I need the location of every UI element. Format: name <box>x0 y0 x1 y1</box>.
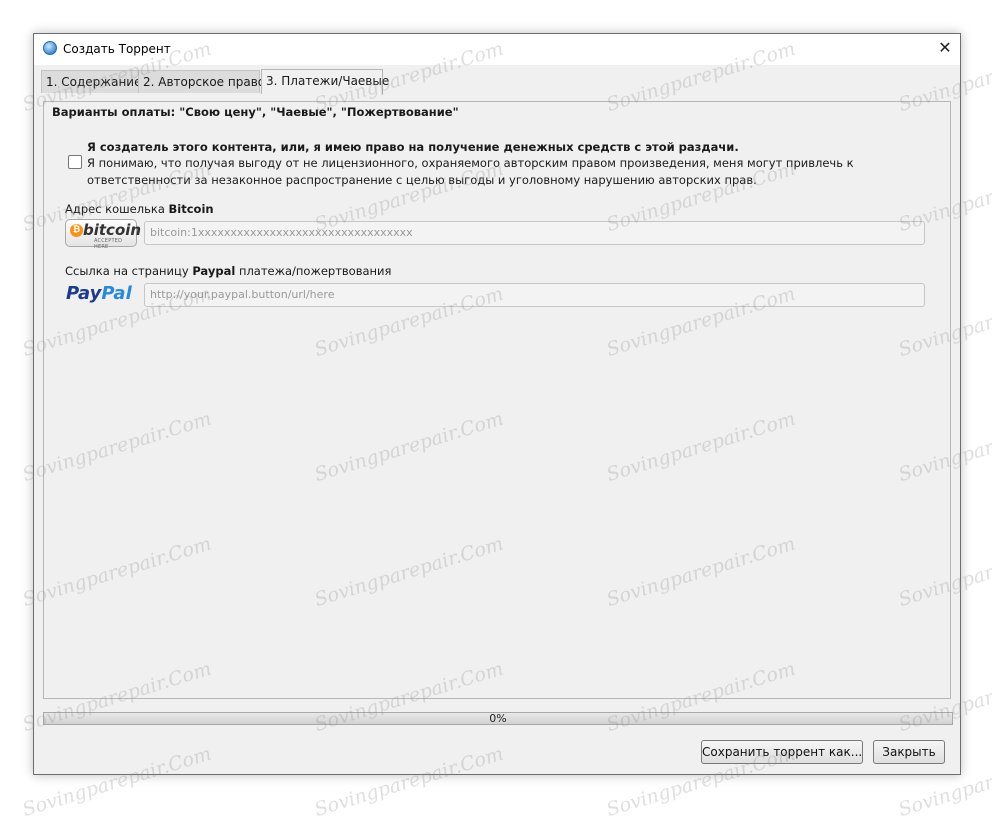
save-torrent-button[interactable]: Сохранить торрент как... <box>701 740 863 764</box>
paypal-label-prefix: Ссылка на страницу <box>65 264 189 278</box>
close-icon[interactable]: ✕ <box>930 34 960 64</box>
window-title: Создать Торрент <box>63 42 171 56</box>
globe-icon <box>43 41 57 55</box>
consent-checkbox[interactable] <box>68 155 82 169</box>
bitcoin-logo-word: bitcoin <box>83 221 142 239</box>
bitcoin-label-bold: Bitcoin <box>168 202 214 216</box>
title-bar: Создать Торрент ✕ <box>34 34 960 65</box>
paypal-logo: PayPal <box>66 283 132 304</box>
bitcoin-address-input[interactable]: bitcoin:1xxxxxxxxxxxxxxxxxxxxxxxxxxxxxxx… <box>144 221 925 245</box>
paypal-label-suffix: платежа/пожертвования <box>238 264 392 278</box>
bitcoin-logo-sub: ACCEPTED HERE <box>94 238 123 250</box>
paypal-label-bold: Paypal <box>192 264 236 278</box>
paypal-logo-pay: Pay <box>66 283 102 304</box>
close-button[interactable]: Закрыть <box>873 740 945 764</box>
progress-text: 0% <box>489 712 507 725</box>
create-torrent-dialog: Создать Торрент ✕ 1. Содержание 2. Автор… <box>33 33 961 775</box>
payments-panel: Варианты оплаты: "Свою цену", "Чаевые", … <box>43 101 951 699</box>
bitcoin-label: Адрес кошелька Bitcoin <box>65 202 214 216</box>
paypal-label: Ссылка на страницу Paypal платежа/пожерт… <box>65 264 391 278</box>
section-title: Варианты оплаты: "Свою цену", "Чаевые", … <box>52 105 459 119</box>
tab-content[interactable]: 1. Содержание <box>41 70 141 93</box>
bitcoin-label-prefix: Адрес кошелька <box>65 202 165 216</box>
tab-copyright[interactable]: 2. Авторское право <box>138 70 265 93</box>
consent-heading: Я создатель этого контента, или, я имею … <box>87 140 739 154</box>
progress-bar: 0% <box>43 712 953 725</box>
paypal-url-input[interactable]: http://your.paypal.button/url/here <box>144 283 925 307</box>
consent-text: Я понимаю, что получая выгоду от не лице… <box>87 156 854 187</box>
tab-payments[interactable]: 3. Платежи/Чаевые <box>261 69 389 94</box>
paypal-logo-pal: Pal <box>101 283 132 304</box>
bitcoin-logo: ₿ bitcoin ACCEPTED HERE <box>65 219 141 250</box>
bitcoin-icon: ₿ <box>70 224 83 237</box>
